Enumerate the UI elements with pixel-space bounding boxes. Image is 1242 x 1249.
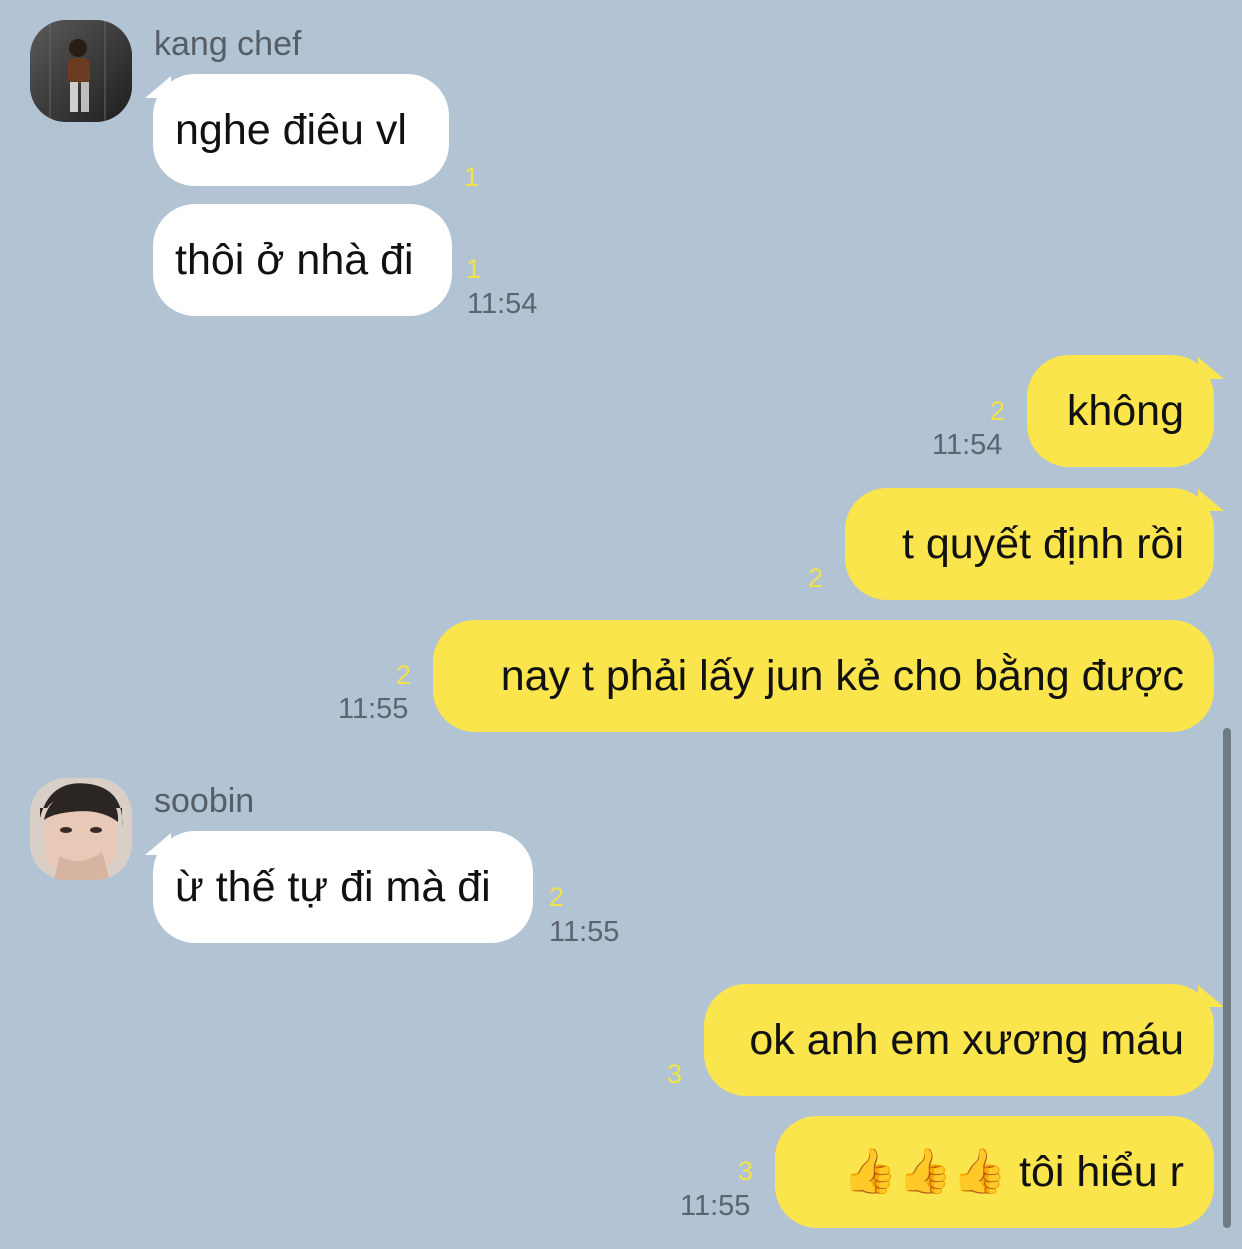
message-bubble-incoming[interactable]: ừ thế tự đi mà đi: [153, 831, 533, 943]
unread-count: 2: [396, 660, 412, 690]
sender-name-kang-chef: kang chef: [154, 25, 302, 63]
message-timestamp: 11:54: [467, 288, 538, 320]
message-bubble-outgoing[interactable]: ok anh em xương máu: [704, 984, 1214, 1096]
thumbs-up-emoji: 👍👍👍: [842, 1147, 1008, 1196]
message-bubble-incoming[interactable]: nghe điêu vl: [153, 74, 449, 186]
scrollbar[interactable]: [1223, 728, 1231, 1228]
message-timestamp: 11:54: [932, 429, 1003, 461]
sender-name-soobin: soobin: [154, 782, 255, 820]
message-timestamp: 11:55: [680, 1190, 751, 1222]
message-text: tôi hiểu r: [1019, 1148, 1184, 1196]
unread-count: 2: [990, 396, 1006, 426]
message-timestamp: 11:55: [338, 693, 409, 725]
unread-count: 2: [808, 563, 824, 593]
avatar-kang-chef[interactable]: [30, 20, 132, 122]
message-bubble-outgoing[interactable]: t quyết định rồi: [845, 488, 1214, 600]
avatar-soobin[interactable]: [30, 778, 132, 880]
message-bubble-outgoing[interactable]: 👍👍👍 tôi hiểu r: [775, 1116, 1214, 1228]
message-bubble-outgoing[interactable]: không: [1027, 355, 1214, 467]
person-leaning-on-wall-avatar-icon: [30, 20, 132, 122]
unread-count: 1: [464, 162, 480, 192]
unread-count: 1: [466, 254, 482, 284]
unread-count: 3: [738, 1156, 754, 1186]
person-selfie-avatar-icon: [30, 778, 132, 880]
unread-count: 2: [549, 882, 565, 912]
message-bubble-incoming[interactable]: thôi ở nhà đi: [153, 204, 452, 316]
message-bubble-outgoing[interactable]: nay t phải lấy jun kẻ cho bằng được: [433, 620, 1214, 732]
unread-count: 3: [667, 1059, 683, 1089]
message-timestamp: 11:55: [549, 916, 620, 948]
